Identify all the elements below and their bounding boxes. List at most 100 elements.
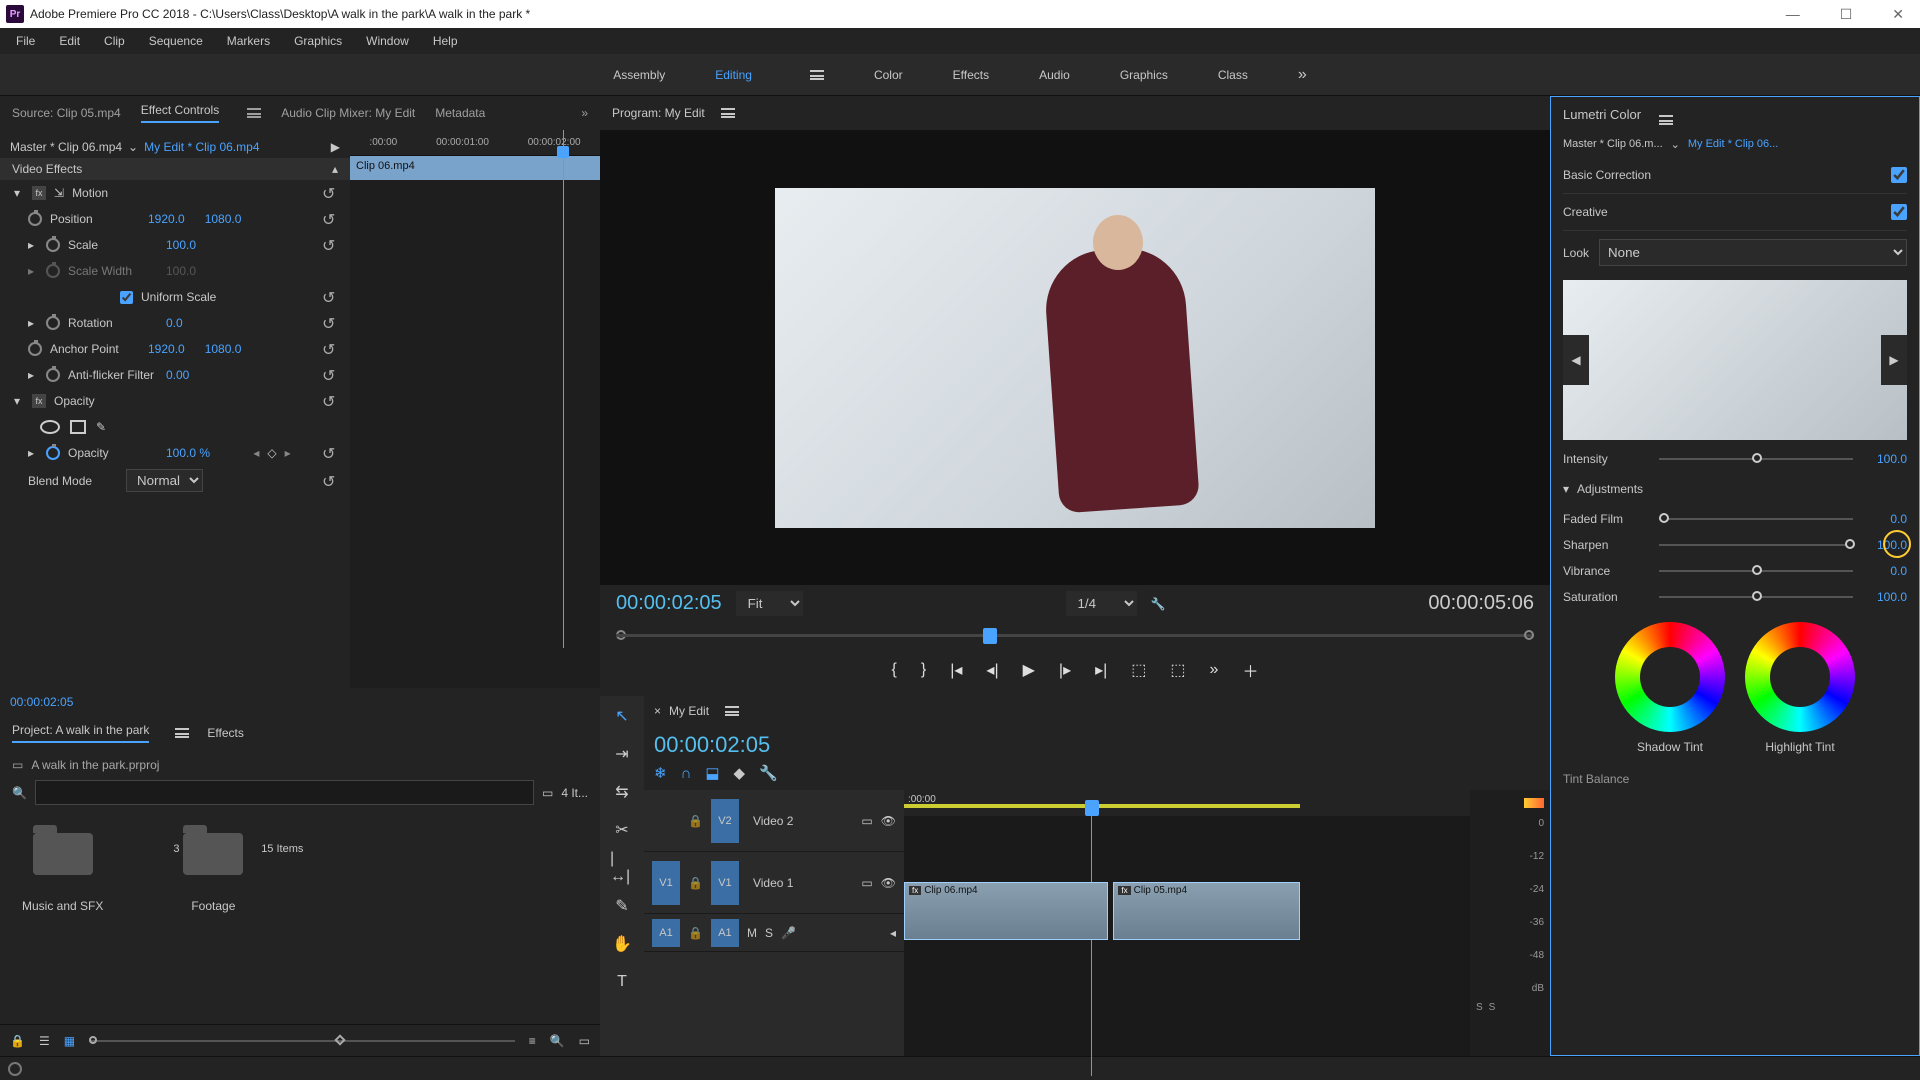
scrub-end[interactable] [1524, 630, 1534, 640]
anchor-y[interactable]: 1080.0 [205, 342, 242, 356]
faded-film-value[interactable]: 0.0 [1863, 512, 1907, 526]
menu-help[interactable]: Help [423, 30, 468, 52]
scrub-thumb[interactable] [983, 628, 997, 644]
source-tabs-overflow-icon[interactable]: » [581, 106, 588, 120]
look-select[interactable]: None [1599, 239, 1907, 266]
sharpen-slider[interactable] [1659, 544, 1853, 546]
chevron-down-icon[interactable]: ⌄ [1671, 138, 1680, 151]
menu-sequence[interactable]: Sequence [139, 30, 213, 52]
timeline-timecode[interactable]: 00:00:02:05 [644, 726, 1550, 764]
workspace-options-icon[interactable] [810, 70, 824, 80]
lock-icon[interactable]: 🔒 [688, 814, 703, 828]
workspace-overflow-icon[interactable]: » [1298, 66, 1307, 84]
solo-right[interactable]: S [1489, 1002, 1496, 1013]
intensity-value[interactable]: 100.0 [1863, 452, 1907, 466]
solo-left[interactable]: S [1476, 1002, 1483, 1013]
track-v1-header[interactable]: V1 🔒 V1 Video 1 ▭👁 [644, 852, 904, 914]
play-icon[interactable]: ▶ [331, 140, 340, 154]
add-keyframe-icon[interactable]: ◇ [267, 446, 276, 460]
next-keyframe-icon[interactable]: ▸ [285, 446, 291, 460]
creative-section[interactable]: Creative [1563, 194, 1907, 231]
work-area-bar[interactable] [904, 804, 1300, 808]
twirl-right-icon[interactable]: ▸ [28, 446, 38, 460]
list-view-icon[interactable]: ☰ [39, 1034, 50, 1048]
fx-badge[interactable]: fx [32, 394, 46, 408]
transport-overflow-icon[interactable]: » [1210, 661, 1219, 679]
reset-scale-button[interactable] [322, 236, 340, 254]
prev-keyframe-icon[interactable]: ◂ [253, 446, 259, 460]
menu-window[interactable]: Window [356, 30, 419, 52]
basic-correction-toggle[interactable] [1891, 167, 1907, 183]
stopwatch-icon[interactable] [46, 368, 60, 382]
workspace-effects[interactable]: Effects [953, 68, 989, 82]
prev-keyframe-icon[interactable]: ◂ [890, 926, 896, 940]
next-look-button[interactable]: ▶ [1881, 335, 1907, 385]
eye-icon[interactable]: 👁 [881, 814, 896, 828]
lock-icon[interactable]: 🔒 [688, 876, 703, 890]
reset-position-button[interactable] [322, 210, 340, 228]
mark-out-icon[interactable]: } [921, 661, 926, 679]
workspace-editing[interactable]: Editing [715, 68, 752, 82]
razor-tool[interactable]: ✂ [610, 818, 634, 842]
creative-toggle[interactable] [1891, 204, 1907, 220]
blend-mode-select[interactable]: Normal [126, 469, 203, 492]
solo-button[interactable]: S [765, 926, 773, 940]
fx-badge[interactable]: fx [32, 186, 46, 200]
step-back-icon[interactable]: ◂| [986, 660, 998, 680]
program-scrubber[interactable] [616, 622, 1534, 650]
toggle-output-icon[interactable]: ▭ [861, 814, 872, 828]
mark-in-icon[interactable]: { [892, 661, 897, 679]
fit-select[interactable]: Fit [736, 591, 803, 616]
v2-target[interactable]: V2 [711, 799, 739, 843]
ec-master-clip[interactable]: Master * Clip 06.mp4 [10, 140, 122, 154]
a1-target[interactable]: A1 [711, 919, 739, 947]
basic-correction-section[interactable]: Basic Correction [1563, 157, 1907, 194]
sort-icon[interactable]: ≡ [529, 1034, 536, 1048]
twirl-down-icon[interactable]: ▾ [14, 394, 24, 408]
workspace-assembly[interactable]: Assembly [613, 68, 665, 82]
lumetri-seq[interactable]: My Edit * Clip 06... [1688, 138, 1778, 151]
menu-file[interactable]: File [6, 30, 45, 52]
faded-film-slider[interactable] [1659, 518, 1853, 520]
a1-source[interactable]: A1 [652, 919, 680, 947]
collapse-icon[interactable]: ▴ [332, 162, 338, 176]
zoom-slider[interactable] [89, 1040, 515, 1042]
type-tool[interactable]: T [610, 970, 634, 994]
color-wheel-icon[interactable] [1745, 622, 1855, 732]
tab-project[interactable]: Project: A walk in the park [12, 723, 149, 743]
workspace-color[interactable]: Color [874, 68, 903, 82]
reset-anchor-button[interactable] [322, 340, 340, 358]
reset-motion-button[interactable] [322, 184, 340, 202]
program-menu-icon[interactable] [721, 108, 735, 118]
clip-05[interactable]: fxClip 05.mp4 [1113, 882, 1300, 940]
tab-metadata[interactable]: Metadata [435, 106, 485, 120]
mute-button[interactable]: M [747, 926, 757, 940]
twirl-down-icon[interactable]: ▾ [1563, 482, 1569, 496]
workspace-class[interactable]: Class [1218, 68, 1248, 82]
wrench-icon[interactable]: 🔧 [1151, 597, 1166, 611]
timeline-playhead[interactable] [1085, 800, 1099, 816]
reset-opacity-section-button[interactable] [322, 392, 340, 410]
add-button-icon[interactable]: ＋ [1242, 658, 1258, 682]
timeline-ruler[interactable]: :00:00 [904, 790, 1470, 816]
bin-music-sfx[interactable]: Music and SFX [22, 833, 103, 913]
lumetri-menu-icon[interactable] [1659, 115, 1673, 125]
maximize-button[interactable]: ☐ [1840, 6, 1853, 23]
twirl-right-icon[interactable]: ▸ [28, 368, 38, 382]
close-sequence-icon[interactable]: × [654, 704, 661, 718]
extract-icon[interactable]: ⬚ [1170, 660, 1185, 680]
video-effects-header[interactable]: Video Effects ▴ [0, 158, 350, 180]
scale-value[interactable]: 100.0 [166, 238, 196, 252]
color-wheel-icon[interactable] [1615, 622, 1725, 732]
antiflicker-value[interactable]: 0.00 [166, 368, 189, 382]
tab-effect-controls[interactable]: Effect Controls [141, 103, 219, 123]
twirl-down-icon[interactable]: ▾ [14, 186, 24, 200]
go-to-out-icon[interactable]: ▸| [1095, 660, 1107, 680]
stopwatch-active-icon[interactable] [46, 446, 60, 460]
project-search-input[interactable] [35, 780, 534, 805]
motion-transform-icon[interactable]: ⇲ [54, 186, 64, 200]
ec-timecode[interactable]: 00:00:02:05 [10, 695, 73, 709]
twirl-right-icon[interactable]: ▸ [28, 316, 38, 330]
v1-source[interactable]: V1 [652, 861, 680, 905]
uniform-scale-checkbox[interactable] [120, 291, 133, 304]
